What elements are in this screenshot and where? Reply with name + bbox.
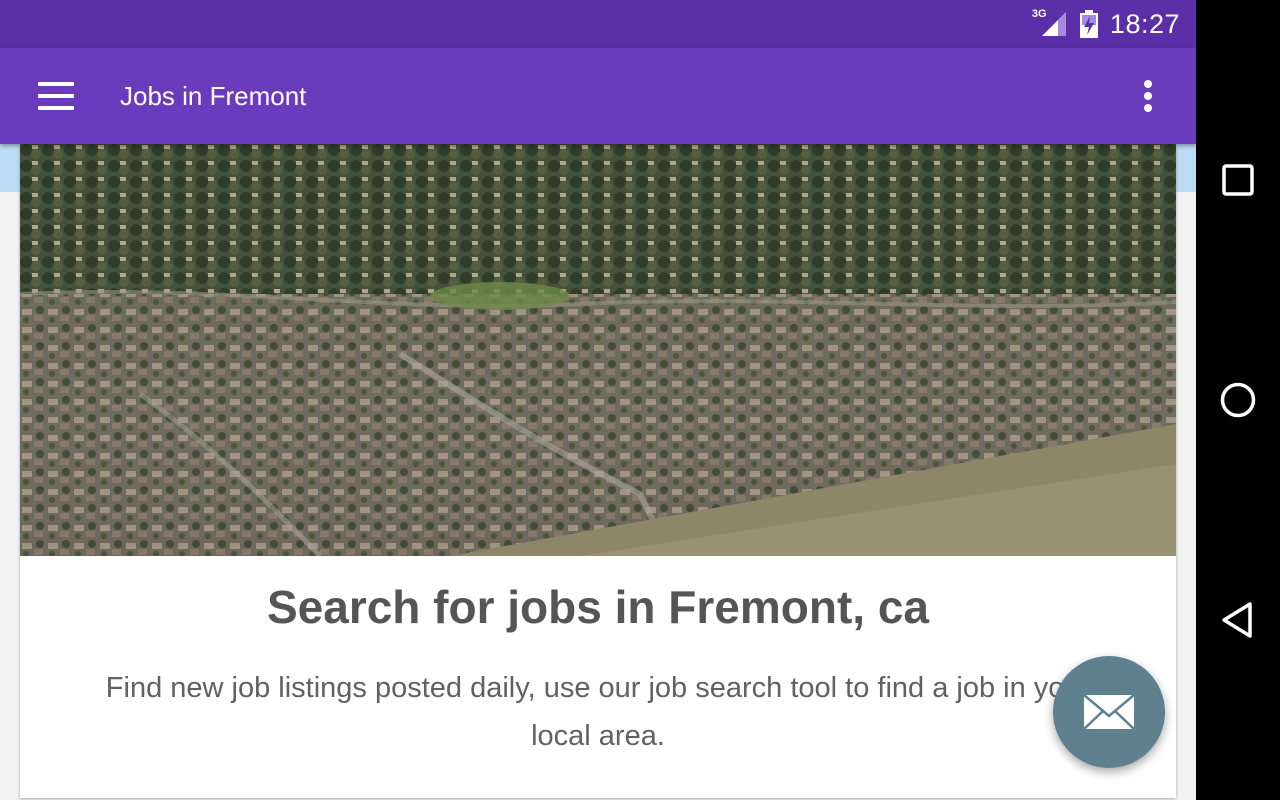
background-strip-right xyxy=(1176,144,1196,192)
card-description: Find new job listings posted daily, use … xyxy=(105,672,1091,752)
email-fab-button[interactable] xyxy=(1053,656,1165,768)
battery-charging-icon xyxy=(1078,10,1100,38)
network-type-label: 3G xyxy=(1031,8,1047,20)
intro-card: Search for jobs in Fremont, ca Find new … xyxy=(20,144,1176,798)
status-time: 18:27 xyxy=(1109,8,1180,39)
app-screen: 3G 18:27 Jobs in Fremont Search for jobs… xyxy=(0,0,1196,800)
back-triangle-icon[interactable] xyxy=(1208,590,1268,650)
status-bar: 3G 18:27 xyxy=(0,0,1196,48)
status-icons: 3G 18:27 xyxy=(1032,0,1180,48)
card-title: Search for jobs in Fremont, ca xyxy=(266,581,930,633)
home-circle-icon[interactable] xyxy=(1208,370,1268,430)
toolbar-title: Jobs in Fremont xyxy=(120,81,307,111)
app-toolbar: Jobs in Fremont xyxy=(0,48,1196,144)
more-vert-icon[interactable] xyxy=(1124,72,1172,120)
envelope-icon xyxy=(1083,694,1135,730)
background-strip-left xyxy=(0,144,20,192)
recents-square-icon[interactable] xyxy=(1208,150,1268,210)
system-navigation-bar xyxy=(1196,0,1280,800)
hamburger-menu-icon[interactable] xyxy=(28,76,84,116)
hero-image xyxy=(20,144,1176,556)
signal-icon: 3G xyxy=(1032,8,1068,38)
